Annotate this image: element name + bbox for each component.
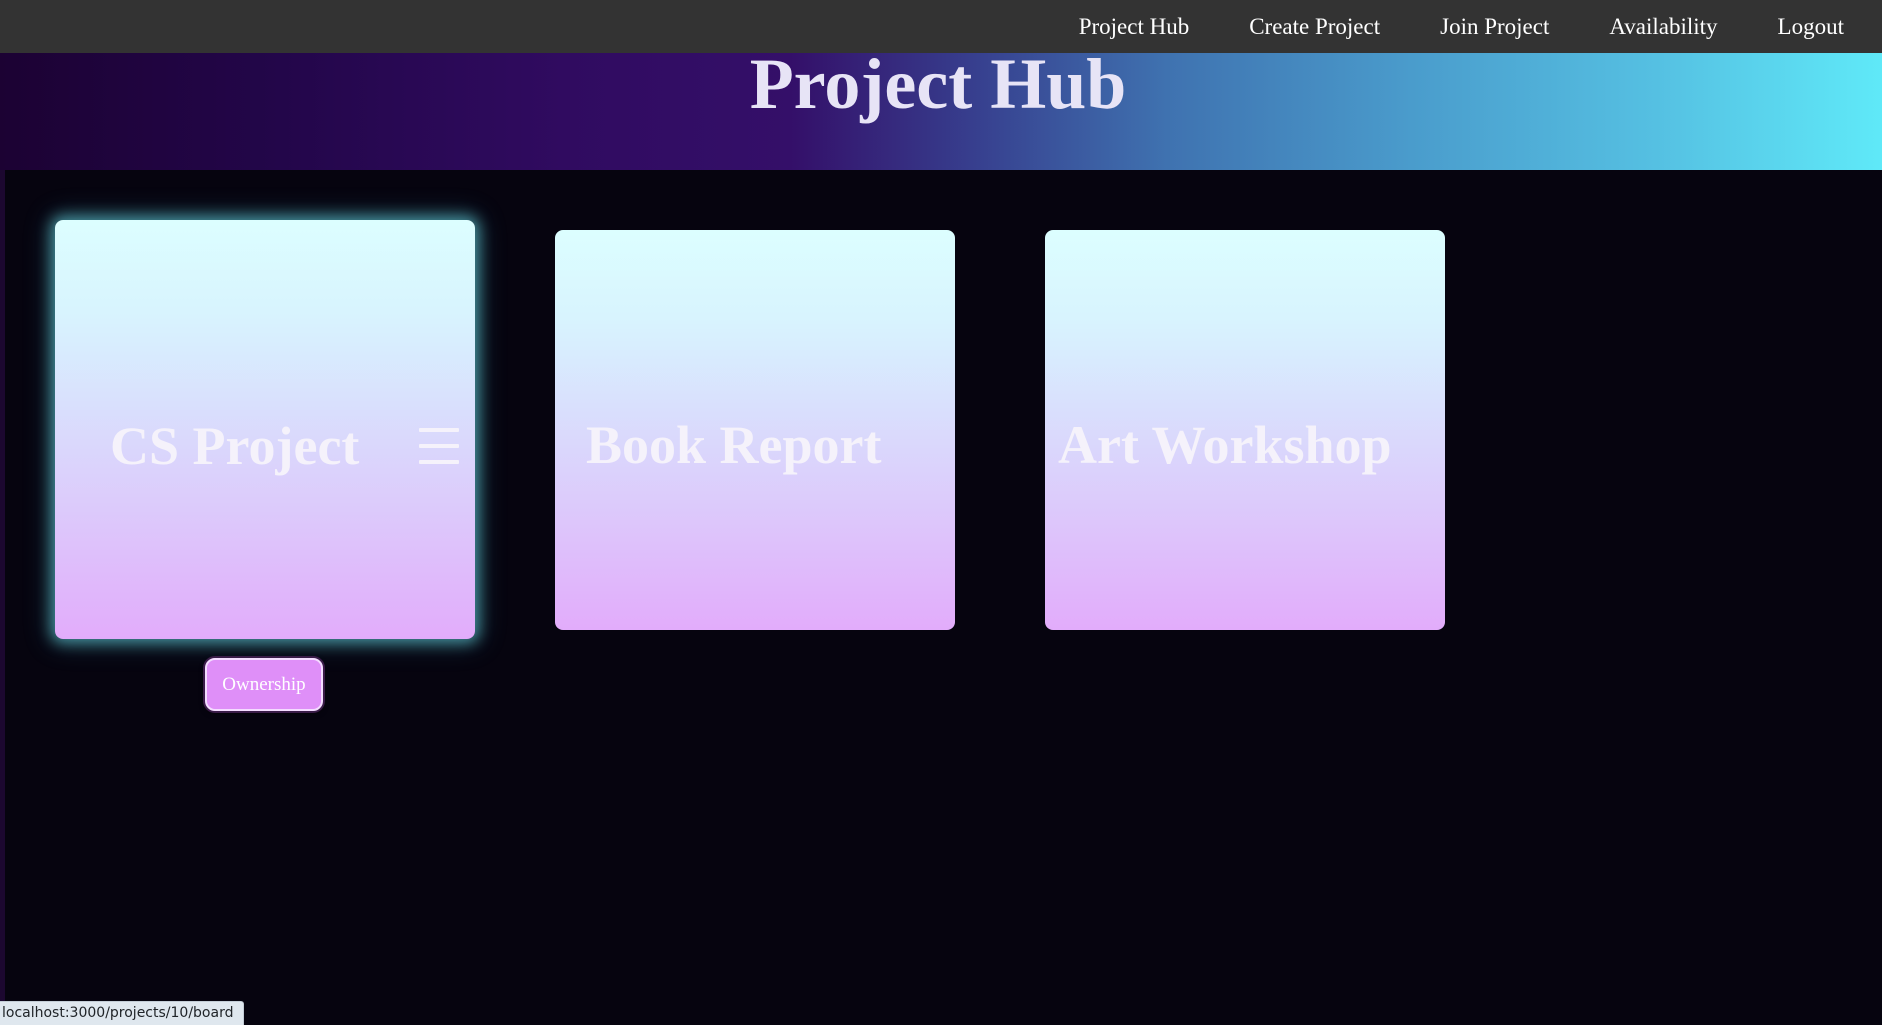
header-banner: Project Hub: [0, 44, 1882, 170]
nav-link-create-project[interactable]: Create Project: [1219, 14, 1410, 40]
project-card-art-workshop[interactable]: Art Workshop: [1045, 230, 1445, 630]
project-card-title: Book Report: [586, 415, 882, 475]
nav-link-availability[interactable]: Availability: [1579, 14, 1747, 40]
project-card-book-report[interactable]: Book Report: [555, 230, 955, 630]
ownership-button[interactable]: Ownership: [205, 658, 323, 711]
project-card-title: CS Project: [110, 416, 360, 476]
nav-link-project-hub[interactable]: Project Hub: [1049, 14, 1220, 40]
page-title: Project Hub: [749, 43, 1127, 124]
nav-link-logout[interactable]: Logout: [1748, 14, 1874, 40]
browser-status-bar-url: localhost:3000/projects/10/board: [0, 1001, 245, 1025]
project-card-cs-project[interactable]: CS Project: [55, 220, 475, 639]
hamburger-menu-icon[interactable]: [419, 426, 459, 466]
nav-link-join-project[interactable]: Join Project: [1410, 14, 1579, 40]
project-card-title: Art Workshop: [1058, 415, 1392, 475]
